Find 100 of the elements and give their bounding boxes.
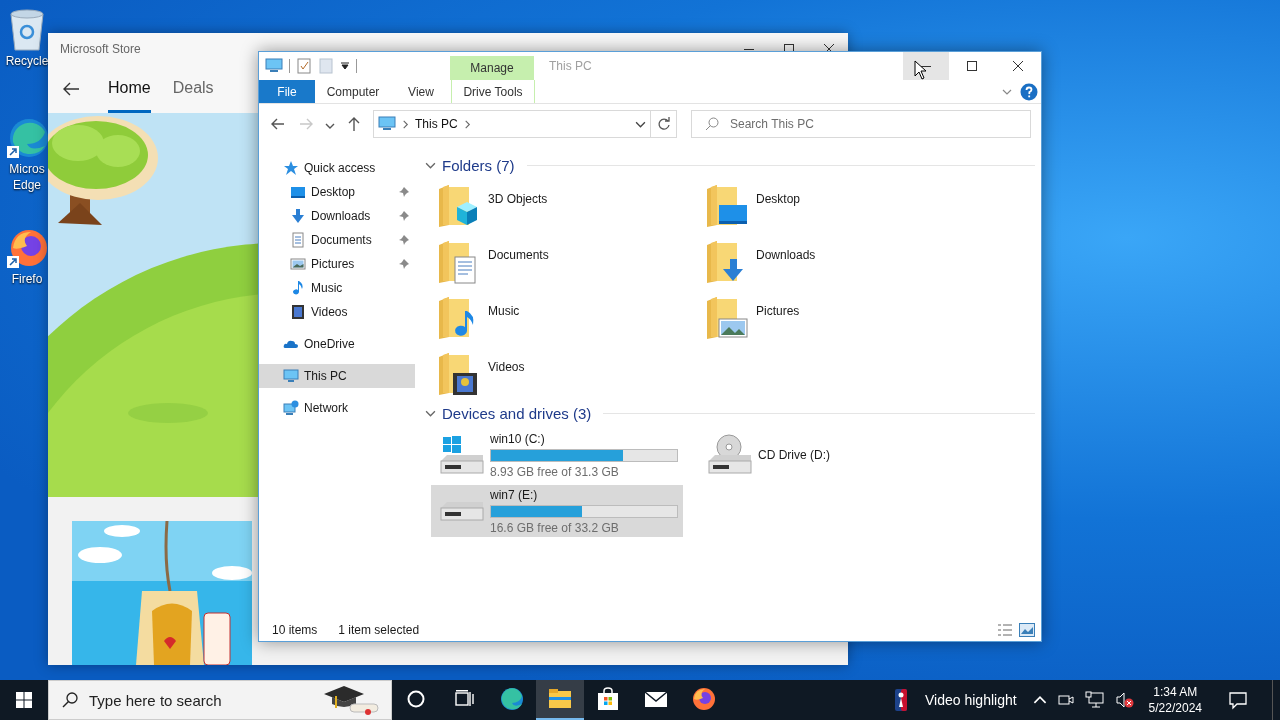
film-icon [290, 304, 306, 320]
nav-item[interactable]: Network [259, 396, 415, 420]
icon-label: Recycle [5, 54, 49, 68]
folder-name[interactable]: Videos [488, 360, 525, 374]
task-view-icon [454, 690, 474, 708]
hard-drive-icon [437, 501, 485, 521]
nav-item[interactable]: OneDrive [259, 332, 415, 356]
star-icon [283, 160, 299, 176]
breadcrumb[interactable]: This PC [415, 117, 458, 131]
pin-icon [399, 211, 409, 221]
nav-item[interactable]: Pictures [259, 252, 415, 276]
chevron-right-icon [462, 119, 472, 129]
drive-tile[interactable]: CD Drive (D:) [699, 429, 951, 481]
nav-tab[interactable]: Deals [172, 65, 214, 113]
music-note-icon [290, 280, 306, 296]
ribbon-tab[interactable]: Drive Tools [451, 80, 535, 103]
pin-icon [399, 235, 409, 245]
desktop-icon [290, 184, 306, 200]
speaker-icon[interactable] [1114, 691, 1135, 709]
group-title[interactable]: Folders (7) [442, 156, 515, 174]
status-text: 10 items [272, 623, 318, 637]
taskbar-button[interactable] [536, 680, 584, 720]
minimize-icon [744, 48, 754, 50]
nav-item[interactable]: Quick access [259, 156, 415, 180]
folder-name[interactable]: Pictures [756, 304, 800, 318]
back-arrow-icon [270, 116, 286, 132]
folder-name[interactable]: Documents [488, 248, 549, 262]
close-icon [1013, 61, 1023, 71]
status-text: 1 item selected [338, 623, 420, 637]
edge-icon [500, 687, 524, 711]
window-title: This PC [549, 59, 592, 75]
ribbon-tab[interactable]: File [259, 80, 315, 103]
back-arrow-icon[interactable] [62, 80, 80, 98]
nav-item[interactable]: Videos [259, 300, 415, 324]
folder-icon [548, 688, 572, 710]
network-icon [283, 400, 299, 416]
news-text[interactable]: Video highlight [925, 692, 1017, 708]
minimize-icon [921, 65, 931, 67]
nav-item[interactable]: Documents [259, 228, 415, 252]
news-logo-icon [895, 689, 907, 711]
document-icon [290, 232, 306, 248]
drive-name: CD Drive (D:) [758, 448, 830, 462]
graduation-cap-icon [322, 684, 380, 716]
ribbon-tab[interactable]: View [391, 80, 451, 103]
computer-icon [265, 58, 283, 74]
network-icon[interactable] [1084, 691, 1105, 709]
free-space-text: 16.6 GB free of 33.2 GB [490, 520, 620, 535]
cursor-icon [914, 60, 928, 80]
pin-icon [399, 259, 409, 269]
refresh-button[interactable] [651, 110, 677, 138]
address-bar[interactable]: This PC [373, 110, 651, 138]
search-icon [62, 692, 78, 708]
minimize-button[interactable] [903, 52, 949, 80]
free-space-text: 8.93 GB free of 31.3 GB [490, 464, 620, 479]
ribbon-tab[interactable]: Computer [315, 80, 391, 103]
nav-item[interactable]: This PC [259, 364, 415, 388]
large-icons-view-icon[interactable] [1019, 623, 1035, 637]
folder-name[interactable]: 3D Objects [488, 192, 548, 206]
refresh-icon [656, 117, 671, 131]
nav-item[interactable]: Music [259, 276, 415, 300]
picture-icon [290, 256, 306, 272]
shopping-bag-icon [596, 687, 620, 711]
forward-arrow-icon [298, 116, 314, 132]
group-title[interactable]: Devices and drives (3) [442, 404, 592, 422]
search-field[interactable]: Type here to search [48, 680, 392, 720]
folder-name[interactable]: Downloads [756, 248, 816, 262]
computer-icon [378, 116, 396, 132]
chevron-right-icon [401, 119, 410, 129]
search-field[interactable]: Search This PC [691, 110, 1031, 138]
caret-icon[interactable] [340, 61, 350, 71]
mail-icon [644, 689, 668, 709]
drive-name: win10 (C:) [490, 431, 546, 446]
pin-icon [399, 187, 409, 197]
recycle-bin-icon [7, 8, 47, 52]
help-icon[interactable] [1020, 82, 1038, 101]
nav-item[interactable]: Desktop [259, 180, 415, 204]
search-icon [705, 117, 719, 131]
icon-label: Firefo [11, 272, 43, 286]
download-icon [290, 208, 306, 224]
clock-date[interactable]: 5/22/2024 [1148, 700, 1202, 716]
icon-label: Micros [9, 162, 45, 176]
windows-logo-icon [16, 692, 32, 708]
ribbon-tab[interactable]: Manage [450, 56, 534, 80]
folder-name[interactable]: Desktop [756, 192, 801, 206]
window-title: Microsoft Store [60, 42, 141, 56]
firefox-icon [692, 687, 716, 711]
folder-name[interactable]: Music [488, 304, 520, 318]
notifications-icon[interactable] [1228, 690, 1248, 710]
computer-icon [283, 368, 299, 384]
drive-tile[interactable]: win7 (E:) 16.6 GB free of 33.2 GB [431, 485, 683, 537]
drive-name: win7 (E:) [490, 487, 539, 502]
up-arrow-icon [346, 116, 362, 132]
properties-icon[interactable] [296, 58, 312, 74]
nav-item[interactable]: Downloads [259, 204, 415, 228]
icon-label: Edge [13, 178, 41, 192]
circle-icon [407, 690, 425, 708]
maximize-icon [967, 61, 977, 71]
edge-icon [5, 116, 49, 160]
drive-tile[interactable]: win10 (C:) 8.93 GB free of 31.3 GB [431, 429, 683, 481]
clock-time[interactable]: 1:34 AM [1153, 684, 1198, 700]
